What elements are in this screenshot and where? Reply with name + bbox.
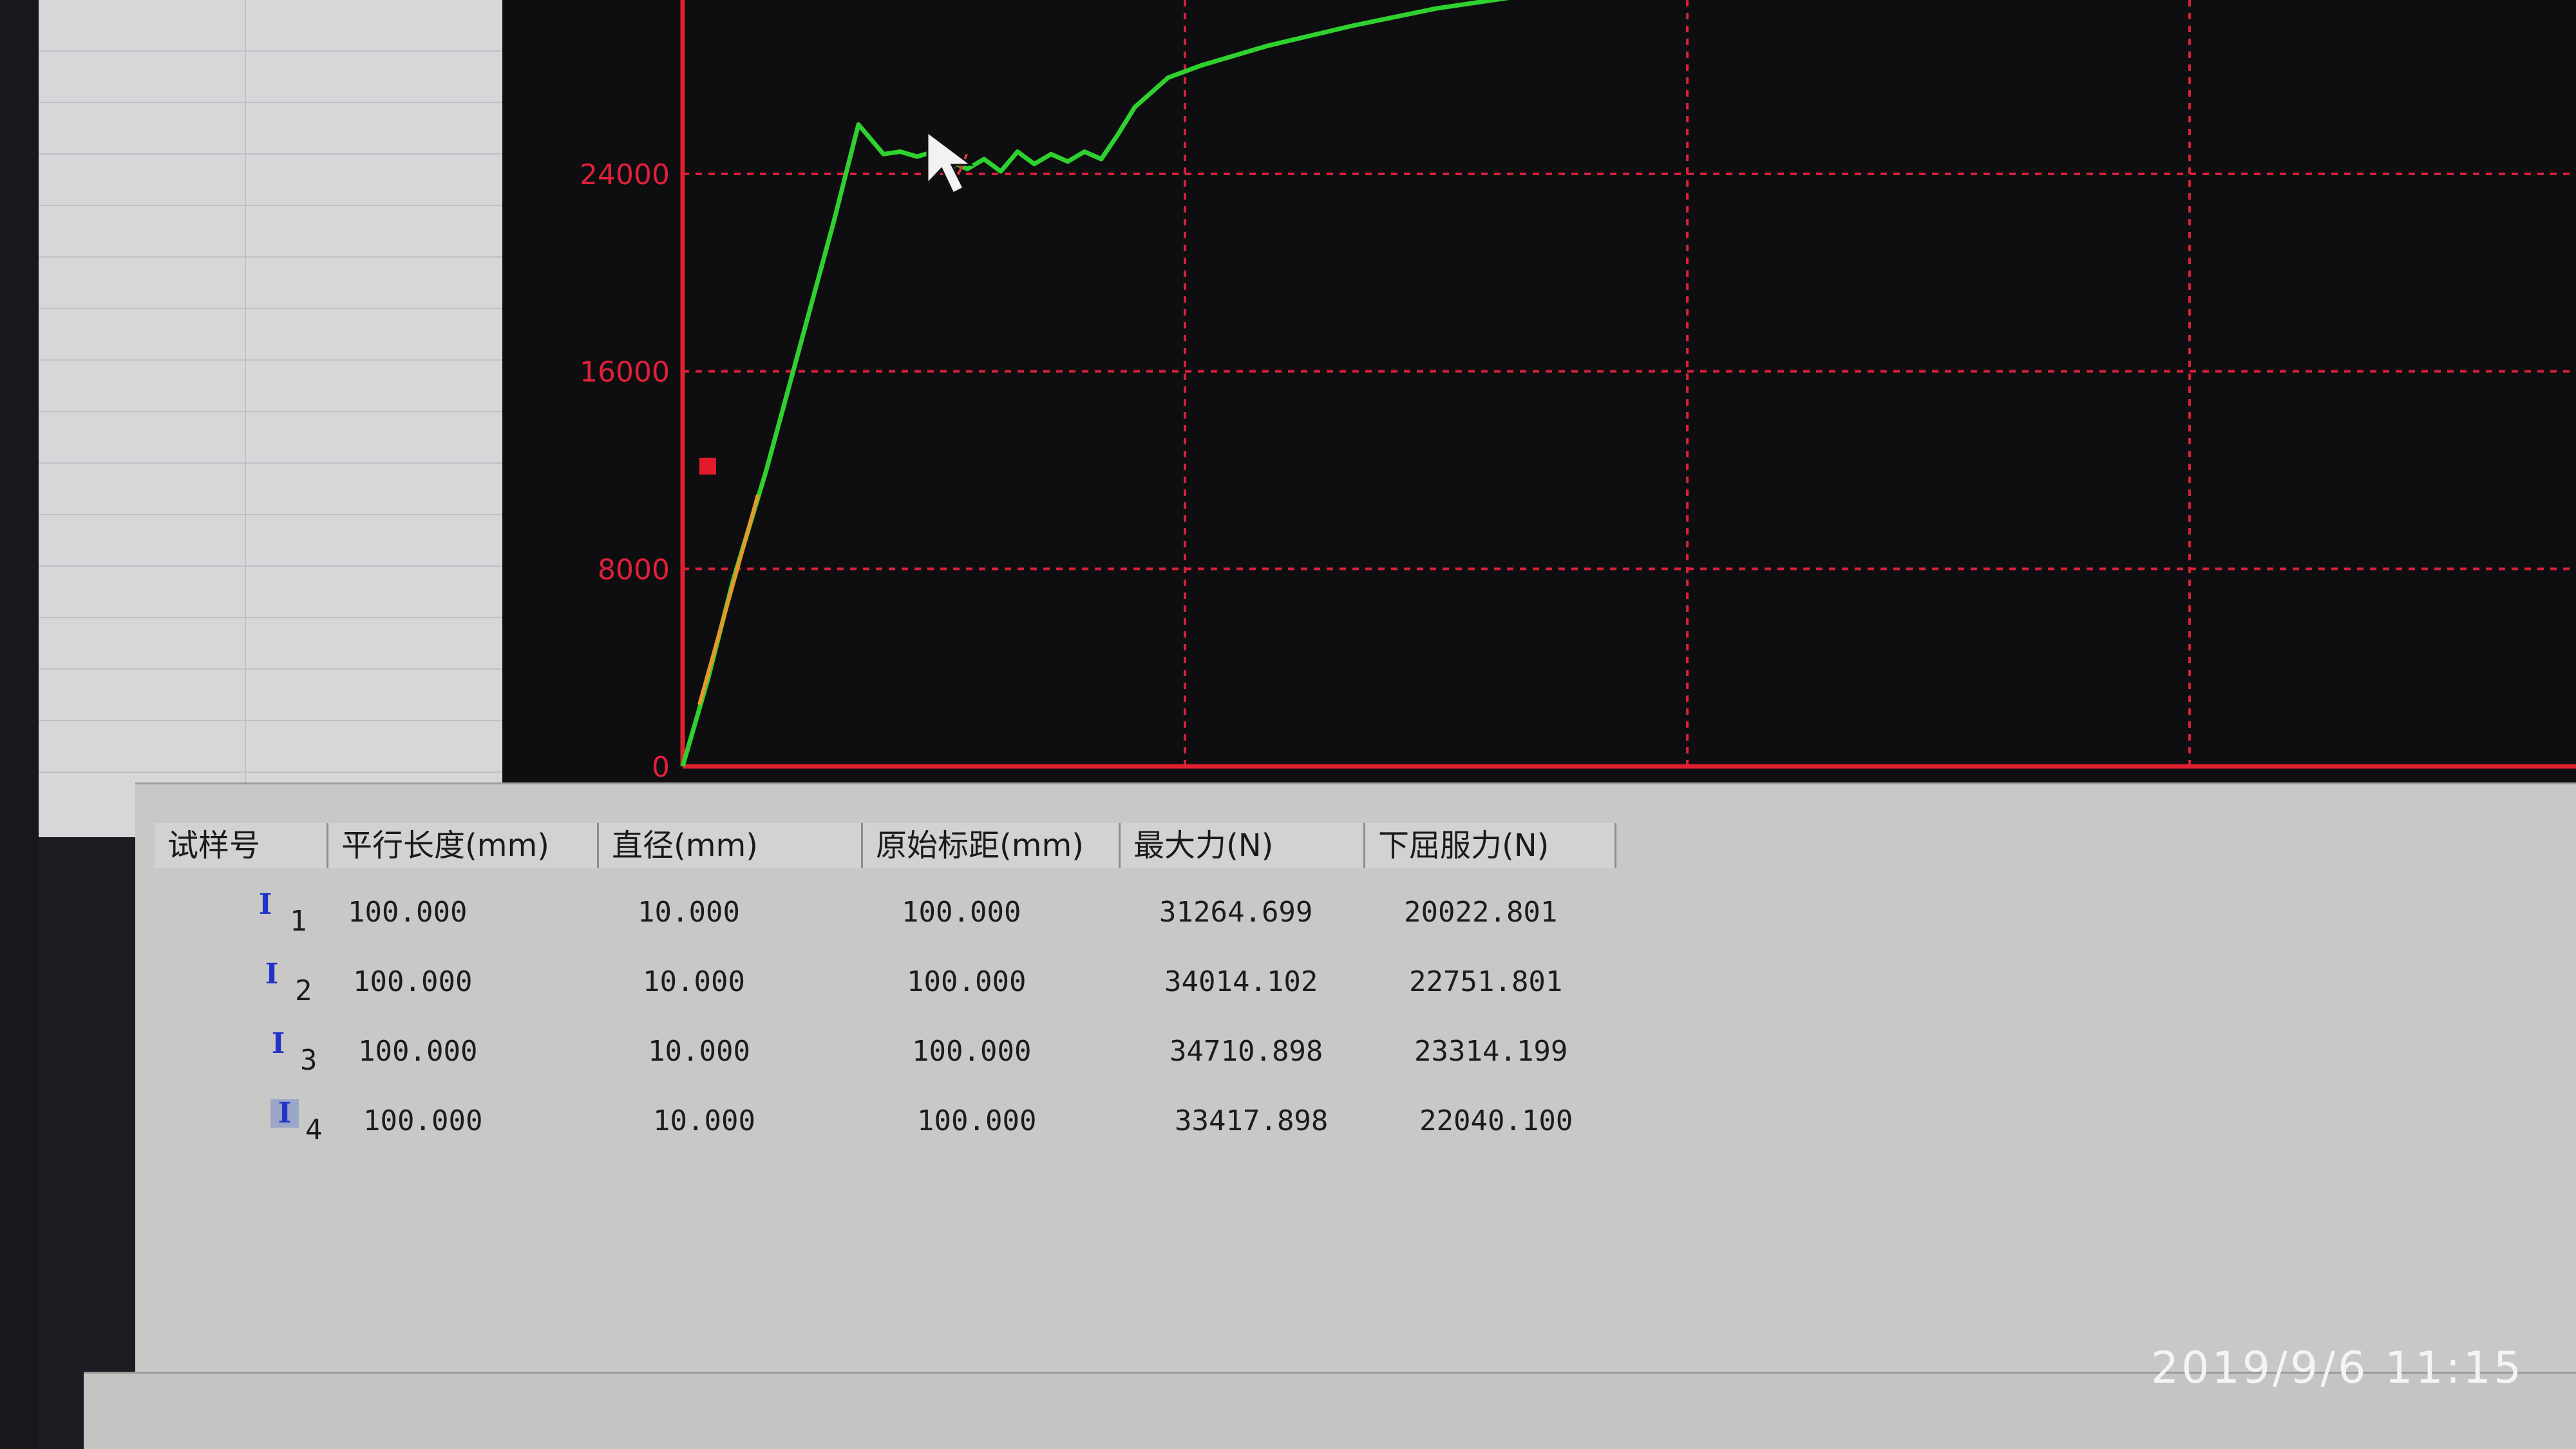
- specimen-icon[interactable]: I: [251, 891, 279, 919]
- specimen-icon[interactable]: I: [264, 1030, 292, 1058]
- table-row[interactable]: I 1 100.000 10.000 100.000 31264.699 20022.801: [155, 891, 2473, 955]
- header-specimen-no[interactable]: 试样号: [155, 823, 328, 868]
- specimen-number-cell: 2: [295, 974, 312, 1007]
- diameter-cell: 10.000: [648, 1035, 750, 1068]
- lower-yield-force-cell: 22040.100: [1419, 1104, 1573, 1137]
- gauge-length-cell: 100.000: [917, 1104, 1037, 1137]
- specimen-number-cell: 3: [300, 1044, 317, 1077]
- diameter-cell: 10.000: [638, 896, 740, 929]
- gauge-length-cell: 100.000: [907, 965, 1027, 998]
- table-row[interactable]: I 2 100.000 10.000 100.000 34014.102 22751.801: [155, 960, 2473, 1025]
- specimen-icon[interactable]: I: [258, 960, 286, 989]
- force-displacement-chart: 06121824080001600024000Ly: [502, 0, 2576, 837]
- specimen-icon[interactable]: I: [270, 1099, 299, 1128]
- header-max-force[interactable]: 最大力(N): [1121, 823, 1365, 868]
- lower-yield-force-cell: 20022.801: [1404, 896, 1558, 929]
- specimen-number-cell: 4: [305, 1113, 323, 1146]
- diameter-cell: 10.000: [643, 965, 745, 998]
- parallel-length-cell: 100.000: [363, 1104, 483, 1137]
- parallel-length-cell: 100.000: [353, 965, 473, 998]
- mouse-cursor-icon: [926, 130, 974, 195]
- header-diameter[interactable]: 直径(mm): [599, 823, 863, 868]
- force-curve: [680, 0, 1510, 767]
- lower-yield-force-cell: 22751.801: [1409, 965, 1563, 998]
- header-lower-yield-force[interactable]: 下屈服力(N): [1365, 823, 1616, 868]
- lower-yield-force-cell: 23314.199: [1414, 1035, 1568, 1068]
- max-force-cell: 34710.898: [1170, 1035, 1323, 1068]
- chart-svg: 06121824080001600024000Ly: [580, 0, 2576, 812]
- left-grid-panel: < >: [39, 0, 621, 837]
- diameter-cell: 10.000: [653, 1104, 755, 1137]
- monitor-bezel: [0, 0, 39, 1449]
- gauge-length-cell: 100.000: [912, 1035, 1032, 1068]
- marker-square: [699, 457, 716, 475]
- max-force-cell: 31264.699: [1159, 896, 1313, 929]
- screen: < > 06121824080001600024000Ly 试样号 平行长度(m…: [0, 0, 2576, 1449]
- max-force-cell: 34014.102: [1164, 965, 1318, 998]
- spreadsheet-grid: [39, 0, 580, 786]
- gauge-length-cell: 100.000: [902, 896, 1021, 929]
- y-tick-label: 0: [652, 751, 670, 784]
- y-tick-label: 24000: [580, 158, 670, 191]
- max-force-cell: 33417.898: [1175, 1104, 1329, 1137]
- elastic-marker-line: [697, 494, 760, 705]
- y-tick-label: 16000: [580, 356, 670, 389]
- parallel-length-cell: 100.000: [348, 896, 468, 929]
- header-gauge-length[interactable]: 原始标距(mm): [863, 823, 1121, 868]
- specimen-number-cell: 1: [290, 905, 307, 938]
- table-row[interactable]: I 3 100.000 10.000 100.000 34710.898 23314.199: [155, 1030, 2473, 1094]
- photo-timestamp: 2019/9/6 11:15: [2151, 1343, 2524, 1394]
- header-parallel-length[interactable]: 平行长度(mm): [328, 823, 599, 868]
- y-tick-label: 8000: [598, 553, 670, 586]
- table-row[interactable]: I 4 100.000 10.000 100.000 33417.898 22040.100: [155, 1099, 2473, 1164]
- parallel-length-cell: 100.000: [358, 1035, 478, 1068]
